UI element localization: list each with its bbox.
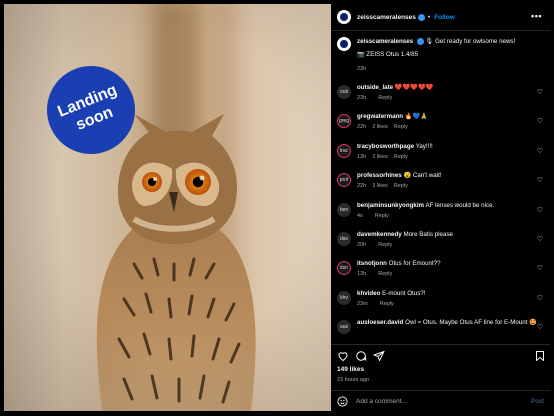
comment-time: 22h: [357, 183, 367, 190]
post-dialog: Landing soon zeisscameralenses • Follow …: [0, 0, 554, 416]
post-image[interactable]: Landing soon: [4, 4, 331, 411]
comment-row: greg gregwatermann 🔥💙🙏 22h 2 likes Reply ♡: [337, 113, 546, 142]
heart-icon[interactable]: [337, 350, 349, 362]
comment-time: 13h: [357, 153, 367, 160]
commenter-avatar[interactable]: itsn: [337, 261, 351, 276]
caption-line2: 📷 ZEISS Otus 1.4/85: [357, 51, 419, 58]
comment-text: AF lenses would be nice.: [425, 201, 495, 209]
post-caption: zeisscameralenses 🎙 Get ready for owlsom…: [337, 37, 546, 74]
comment-text: E-mount Otus?!: [382, 289, 426, 297]
post-age: 23 hours ago: [337, 377, 370, 383]
reply-button[interactable]: Reply: [380, 301, 394, 307]
bookmark-icon[interactable]: [534, 350, 546, 362]
comment-heart-icon[interactable]: ♡: [537, 88, 543, 96]
comment-likes[interactable]: 2 likes: [372, 154, 388, 160]
commenter-avatar[interactable]: aus: [337, 320, 351, 335]
comment-row: prof professorhines 😮 Can't wait! 22h 3 lik…: [337, 172, 546, 201]
commenter-avatar[interactable]: trac: [337, 143, 351, 158]
emoji-icon[interactable]: [337, 395, 348, 407]
post-header: zeisscameralenses • Follow •••: [331, 4, 550, 31]
comment-input[interactable]: [356, 397, 516, 405]
caption-time: 23h: [357, 66, 367, 72]
comment-text: ❤️❤️❤️❤️❤️: [394, 84, 434, 91]
share-icon[interactable]: [373, 350, 385, 362]
commenter-username[interactable]: davemkennedy: [357, 231, 402, 238]
comment-text: Yay!!!!: [415, 142, 433, 150]
comment-heart-icon[interactable]: ♡: [537, 235, 543, 243]
comment-heart-icon[interactable]: ♡: [537, 294, 543, 302]
comment-time: 23h: [357, 95, 367, 101]
reply-button[interactable]: Reply: [378, 95, 392, 101]
comment-time: 22h: [357, 124, 367, 131]
commenter-avatar[interactable]: greg: [337, 114, 351, 129]
account-avatar[interactable]: [337, 10, 351, 24]
post-sidebar: zeisscameralenses • Follow ••• zeisscame…: [331, 4, 550, 411]
commenter-username[interactable]: khvideo: [357, 290, 380, 297]
comment-time: 4s: [357, 212, 363, 219]
image-vignette: [4, 4, 331, 411]
comment-text: More Batis please: [403, 230, 453, 238]
post-button[interactable]: Post: [531, 398, 544, 405]
add-comment-bar: Post: [331, 390, 550, 411]
comment-heart-icon[interactable]: ♡: [537, 206, 543, 214]
action-bar: [331, 344, 550, 366]
commenter-avatar[interactable]: khv: [337, 290, 351, 305]
commenter-avatar[interactable]: prof: [337, 173, 351, 188]
commenter-username[interactable]: tracybosworthpage: [357, 143, 414, 150]
commenter-username[interactable]: professorhines: [357, 172, 402, 179]
follow-button[interactable]: Follow: [434, 14, 455, 21]
caption-avatar[interactable]: [337, 37, 351, 51]
commenter-avatar[interactable]: ben: [337, 202, 351, 217]
comment-row: khv khvideo E-mount Otus?! 23m Reply ♡: [337, 290, 546, 319]
comment-row: ben benjaminsunkyongkim AF lenses would b…: [337, 202, 546, 231]
caption-text: 🎙 Get ready for owlsome news!: [425, 38, 516, 45]
comment-row: itsn itsnotjonn Otus for Emount?? 13h Reply…: [337, 260, 546, 289]
comment-time: 13h: [357, 271, 367, 278]
comment-text: Owl = Otus. Maybe Otus AF line for E-Mou…: [405, 319, 537, 327]
comment-row: trac tracybosworthpage Yay!!!! 13h 2 likes R…: [337, 143, 546, 172]
header-username[interactable]: zeisscameralenses: [357, 14, 416, 21]
comment-list[interactable]: outi outside_late ❤️❤️❤️❤️❤️ 23h Reply ♡ greg…: [337, 84, 546, 349]
commenter-avatar[interactable]: dav: [337, 231, 351, 246]
comment-text: Otus for Emount??: [388, 260, 441, 268]
badge-text: Landing soon: [55, 81, 120, 134]
commenter-username[interactable]: gregwatermann: [357, 113, 403, 120]
comment-text: 😮 Can't wait!: [403, 172, 442, 180]
commenter-username[interactable]: benjaminsunkyongkim: [357, 202, 424, 209]
comment-heart-icon[interactable]: ♡: [537, 117, 543, 125]
comment-heart-icon[interactable]: ♡: [537, 323, 543, 331]
commenter-username[interactable]: outside_late: [357, 84, 393, 91]
commenter-avatar[interactable]: outi: [337, 85, 351, 99]
verified-badge-icon: [417, 13, 425, 21]
reply-button[interactable]: Reply: [394, 154, 408, 160]
reply-button[interactable]: Reply: [375, 213, 389, 219]
comment-row: dav davemkennedy More Batis please 20h Repl…: [337, 231, 546, 260]
comment-likes[interactable]: 2 likes: [372, 124, 388, 130]
comment-time: 20h: [357, 241, 367, 248]
commenter-username[interactable]: ausloeser.david: [357, 319, 403, 326]
comment-icon[interactable]: [355, 350, 367, 362]
comment-row: outi outside_late ❤️❤️❤️❤️❤️ 23h Reply ♡: [337, 84, 546, 113]
reply-button[interactable]: Reply: [378, 271, 392, 277]
comment-heart-icon[interactable]: ♡: [537, 264, 543, 272]
comment-likes[interactable]: 3 likes: [372, 183, 388, 189]
likes-count[interactable]: 149 likes: [337, 366, 364, 373]
verified-badge-icon: [416, 37, 424, 45]
more-icon[interactable]: •••: [531, 11, 542, 21]
comment-heart-icon[interactable]: ♡: [537, 147, 543, 155]
commenter-username[interactable]: itsnotjonn: [357, 260, 387, 267]
reply-button[interactable]: Reply: [394, 183, 408, 189]
comment-time: 23m: [357, 300, 368, 307]
comment-text: 🔥💙🙏: [404, 113, 428, 121]
reply-button[interactable]: Reply: [394, 124, 408, 130]
reply-button[interactable]: Reply: [378, 242, 392, 248]
comment-heart-icon[interactable]: ♡: [537, 176, 543, 184]
caption-username[interactable]: zeisscameralenses: [357, 38, 413, 45]
header-separator: •: [427, 13, 431, 21]
